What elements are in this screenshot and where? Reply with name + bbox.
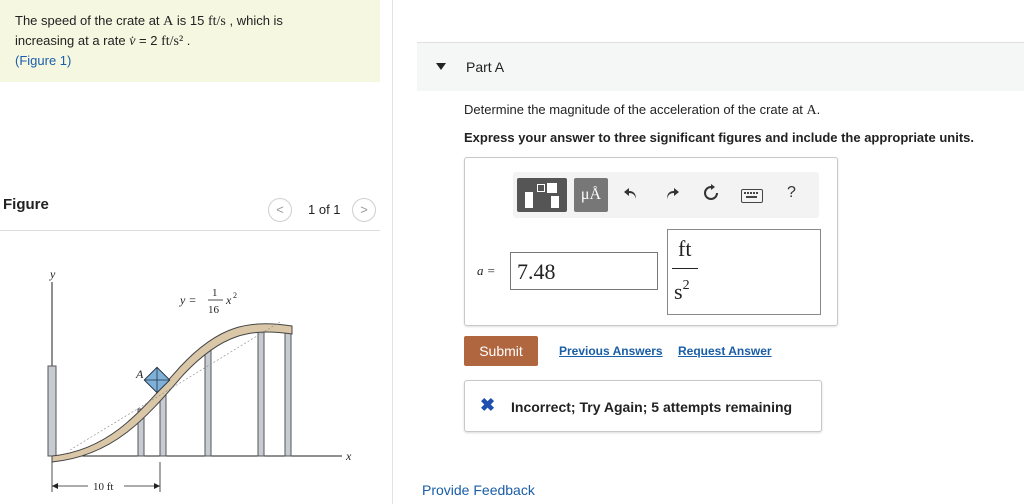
previous-answers-link[interactable]: Previous Answers [559, 344, 663, 358]
unit-text: ft/s [207, 14, 226, 29]
ramp-edge [69, 321, 281, 451]
problem-line-3: (Figure 1) [15, 53, 71, 68]
variable-text: a = [477, 263, 496, 278]
right-panel: Part A Determine the magnitude of the ac… [393, 0, 1024, 504]
units-button[interactable]: μÅ [574, 178, 608, 212]
figure-title: Figure [3, 196, 49, 213]
part-label: Part A [466, 59, 505, 75]
pager-text: 1 of 1 [308, 202, 341, 217]
unit-exponent: 2 [682, 278, 690, 293]
paren: ) [67, 53, 72, 68]
eq-denominator: 16 [208, 304, 220, 316]
variable-label: a = [477, 263, 496, 279]
collapse-triangle-icon[interactable] [436, 63, 446, 70]
figure-diagram: y x A y = 1 16 x 2 10 ft [47, 267, 352, 493]
unit-denominator: s2 [674, 278, 690, 305]
problem-text: . [183, 33, 191, 48]
next-figure-button[interactable]: > [352, 198, 376, 222]
problem-text: , which is [225, 13, 283, 28]
submit-button[interactable]: Submit [464, 336, 538, 366]
curved-ramp [51, 323, 293, 463]
request-answer-link[interactable]: Request Answer [678, 344, 772, 358]
part-a-header[interactable]: Part A [417, 42, 1024, 91]
units-input[interactable]: ft s2 [667, 229, 821, 315]
left-panel: The speed of the crate at A is 15 ft/s ,… [0, 0, 392, 504]
answer-box: μÅ ? a = 7.48 ft s2 [464, 157, 838, 326]
question-suffix: . [816, 102, 821, 117]
unit-denominator-base: s [674, 279, 683, 304]
problem-line-2: increasing at a rate v̇ = 2 ft/s² . [15, 33, 190, 50]
templates-button[interactable] [517, 178, 567, 212]
help-button[interactable]: ? [787, 184, 796, 202]
keyboard-icon[interactable] [741, 189, 763, 203]
feedback-text: Incorrect; Try Again; 5 attempts remaini… [511, 399, 793, 415]
dimension-label: 10 ft [93, 481, 113, 493]
provide-feedback-link[interactable]: Provide Feedback [422, 482, 535, 498]
incorrect-icon: ✖ [480, 395, 496, 415]
previous-figure-button[interactable]: < [268, 198, 292, 222]
question-text: Determine the magnitude of the accelerat… [464, 102, 820, 119]
feedback-message: ✖ Incorrect; Try Again; 5 attempts remai… [464, 380, 822, 432]
problem-line-1: The speed of the crate at A is 15 ft/s ,… [15, 13, 283, 30]
problem-text: = 2 [135, 33, 162, 48]
support-posts [47, 327, 292, 457]
reset-icon[interactable] [700, 184, 722, 206]
point-label: A [163, 14, 174, 29]
problem-text: is 15 [173, 13, 208, 28]
y-axis-label: y [49, 267, 56, 281]
question-prefix: Determine the magnitude of the accelerat… [464, 102, 807, 117]
math-toolbar: μÅ ? [513, 172, 819, 218]
problem-statement: The speed of the crate at A is 15 ft/s ,… [0, 0, 380, 82]
unit-text: ft/s² [161, 34, 184, 49]
eq-variable: x [225, 293, 232, 307]
point-a-label: A [135, 367, 144, 381]
point-label: A [806, 103, 817, 118]
redo-icon[interactable] [661, 184, 683, 206]
instructions-text: Express your answer to three significant… [464, 130, 974, 145]
figure-link[interactable]: Figure 1 [19, 53, 67, 68]
eq-numerator: 1 [212, 287, 218, 299]
figure-divider [0, 230, 380, 231]
x-axis-label: x [345, 449, 352, 463]
unit-numerator: ft [678, 236, 692, 261]
problem-text: The speed of the crate at [15, 13, 164, 28]
undo-icon[interactable] [620, 184, 642, 206]
eq-exponent: 2 [233, 291, 237, 300]
problem-text: increasing at a rate [15, 33, 130, 48]
curve-equation: y = 1 16 x 2 [179, 287, 237, 316]
unit-fraction-bar [672, 268, 698, 269]
eq-lhs: y = [179, 293, 196, 307]
value-input[interactable]: 7.48 [510, 252, 658, 290]
